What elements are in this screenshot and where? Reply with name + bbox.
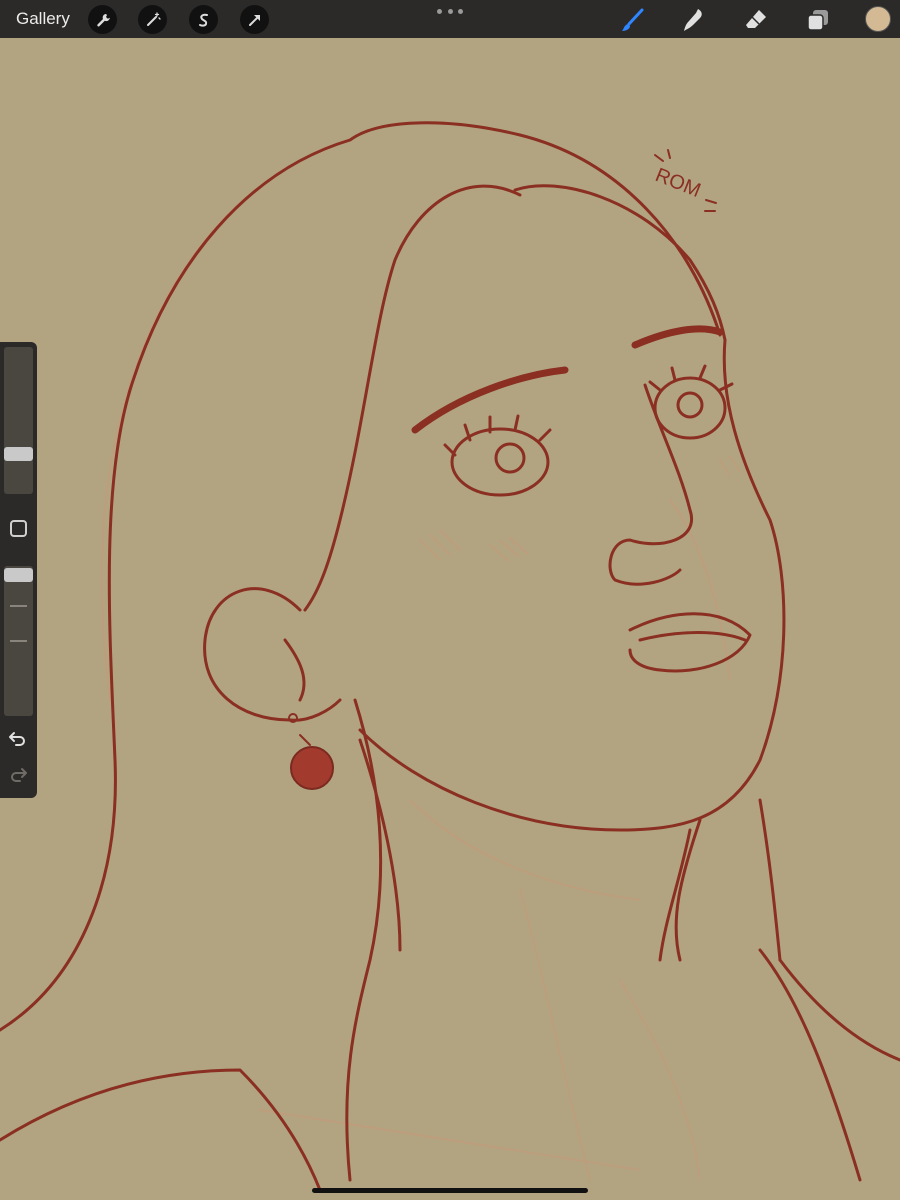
opacity-handle[interactable]: [4, 568, 33, 582]
smudge-icon: [684, 9, 702, 31]
brush-size-handle[interactable]: [4, 446, 33, 461]
smudge-tool-button[interactable]: [680, 6, 708, 34]
paint-tool-button[interactable]: [619, 6, 647, 34]
eraser-icon: [746, 10, 766, 28]
drawing-canvas[interactable]: ROM: [0, 38, 900, 1200]
selection-icon: [198, 13, 208, 27]
top-toolbar: Gallery: [0, 0, 900, 38]
actions-button[interactable]: [88, 5, 117, 34]
adjustments-button[interactable]: [138, 5, 167, 34]
redo-icon[interactable]: [8, 764, 28, 784]
modify-button[interactable]: [10, 520, 27, 537]
more-dot: [447, 8, 453, 14]
brush-icon: [622, 8, 644, 31]
sketch-lines: [100, 139, 741, 1181]
brush-size-slider[interactable]: [4, 347, 33, 494]
layers-icon: [807, 10, 828, 31]
artist-signature: ROM: [652, 164, 704, 202]
neck-shoulders: [358, 738, 862, 1182]
more-dot: [437, 8, 442, 14]
color-picker-button[interactable]: [865, 6, 891, 32]
home-indicator: [312, 1188, 588, 1193]
undo-icon[interactable]: [8, 728, 28, 748]
slider-tick: [10, 605, 27, 607]
transform-button[interactable]: [240, 5, 269, 34]
hair-outline: [0, 121, 900, 1192]
apple-earring: [288, 713, 334, 790]
left-sidebar: [0, 342, 37, 798]
more-options-button[interactable]: [437, 6, 463, 16]
magic-wand-icon: [146, 11, 161, 26]
slider-tick: [10, 640, 27, 642]
layers-button[interactable]: [804, 6, 832, 34]
wrench-icon: [96, 13, 110, 27]
face-outline: [358, 338, 786, 832]
gallery-button[interactable]: Gallery: [16, 9, 70, 29]
ear: [203, 587, 342, 722]
transform-arrow-icon: [248, 14, 260, 26]
eraser-tool-button[interactable]: [742, 6, 770, 34]
eyes: [443, 364, 734, 497]
more-dot: [458, 8, 463, 14]
selection-button[interactable]: [189, 5, 218, 34]
